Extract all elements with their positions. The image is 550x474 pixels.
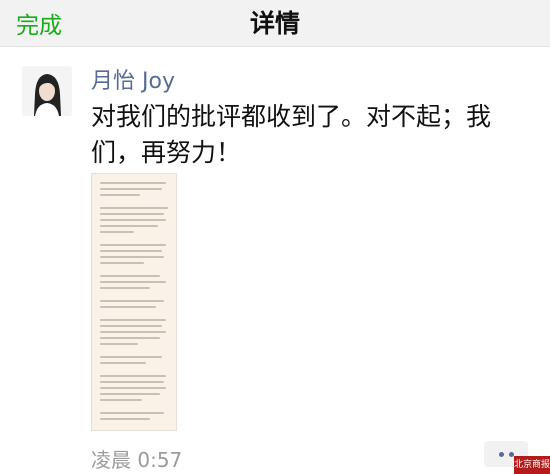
post-author-name[interactable]: 月怡 Joy [91,63,175,95]
more-dots-icon [499,452,504,457]
post-text: 对我们的批评都收到了。对不起；我们，再努力！ [91,102,492,167]
attached-image[interactable] [91,173,177,431]
avatar[interactable] [22,66,72,116]
watermark-logo: 北京商报 [514,456,550,474]
navigation-bar: 完成 详情 [0,0,550,47]
page-title: 详情 [249,9,300,38]
post-timestamp: 凌晨 0:57 [91,448,183,472]
avatar-portrait-icon [22,66,72,116]
